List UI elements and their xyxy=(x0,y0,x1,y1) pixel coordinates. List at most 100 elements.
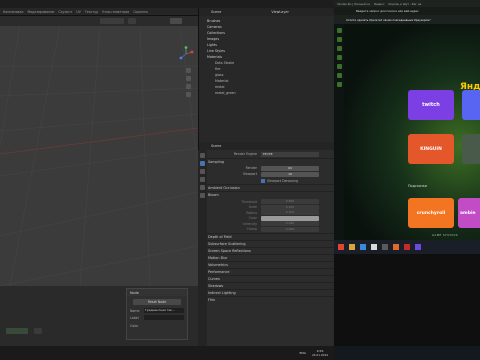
outliner-scene-label[interactable]: Scene xyxy=(211,10,221,14)
section-label: Subsurface Scattering xyxy=(208,242,246,246)
browser-tab[interactable]: Yandex.Ru | Личный ка xyxy=(337,2,370,6)
viewport-samples-field[interactable]: 16 xyxy=(261,171,319,177)
section-label: Motion Blur xyxy=(208,256,228,260)
gx-control-icon[interactable] xyxy=(336,37,342,42)
app-icon[interactable] xyxy=(371,244,377,250)
viewport-grid xyxy=(0,26,198,286)
output-tab-icon[interactable] xyxy=(200,169,205,174)
node-thumbnail[interactable] xyxy=(6,328,28,334)
sampling-panel-header[interactable]: Sampling xyxy=(199,158,334,165)
bloom-clamp-field[interactable]: 0.000 xyxy=(261,226,319,232)
section-label: Screen Space Reflections xyxy=(208,249,251,253)
3d-viewport[interactable] xyxy=(0,26,198,286)
tab-uv[interactable]: UV xyxy=(76,10,81,14)
performance-header[interactable]: Performance xyxy=(199,268,334,275)
film-header[interactable]: Film xyxy=(199,296,334,303)
properties-editor: Scene Render Engine EEVEE Sampling Rende… xyxy=(198,142,334,346)
bloom-threshold-label: Threshold xyxy=(241,199,257,204)
ambient-occlusion-label: Ambient Occlusion xyxy=(208,186,240,190)
color-toggle-label[interactable]: Color xyxy=(130,324,138,328)
browser-sidebar xyxy=(334,24,344,246)
speed-dial-twitch[interactable]: twitch xyxy=(408,90,454,120)
opera-gx-icon[interactable] xyxy=(404,244,410,250)
bloom-color-label: Color xyxy=(248,216,257,221)
node-thumbnail[interactable] xyxy=(34,328,42,334)
world-tab-icon[interactable] xyxy=(200,193,205,198)
explorer-icon[interactable] xyxy=(349,244,355,250)
tab-texture[interactable]: Текстур xyxy=(85,10,98,14)
footer-brand: GAME STUDIOS xyxy=(432,234,459,237)
browser-tab-strip: Yandex.Ru | Личный ка Яндекс Король и Шу… xyxy=(334,0,480,7)
tab-geometry-nodes[interactable]: Узлы геометрии xyxy=(102,10,129,14)
viewport-denoising-checkbox[interactable] xyxy=(261,178,265,183)
clock[interactable]: 9:56 24.01.2024 xyxy=(312,349,328,357)
indirect-lighting-header[interactable]: Indirect Lighting xyxy=(199,289,334,296)
default-browser-banner: Хотите сделать Opera GX своим повседневн… xyxy=(334,15,480,24)
material-item[interactable]: metal_green xyxy=(215,90,334,96)
speed-dial-ambie[interactable]: ambie xyxy=(458,198,480,228)
shadows-header[interactable]: Shadows xyxy=(199,282,334,289)
scene-tab-icon[interactable] xyxy=(200,185,205,190)
speed-dial-tile[interactable] xyxy=(462,134,480,164)
history-icon[interactable] xyxy=(336,73,342,78)
speed-dial-discord[interactable] xyxy=(462,90,480,120)
browser-tab[interactable]: Король и Шут - Бег на xyxy=(389,2,422,6)
bloom-clamp-label: Clamp xyxy=(246,227,257,232)
bloom-color-swatch[interactable] xyxy=(261,215,319,221)
speed-dial-label: ambie xyxy=(460,210,476,216)
motion-blur-header[interactable]: Motion Blur xyxy=(199,254,334,261)
navigation-gizmo[interactable] xyxy=(178,46,194,62)
vscode-icon[interactable] xyxy=(360,244,366,250)
home-icon[interactable] xyxy=(336,28,342,33)
speed-dial-kinguin[interactable]: KINGUIN xyxy=(408,134,454,164)
bloom-radius-field[interactable]: 6.500 xyxy=(261,210,319,216)
subsurface-scattering-header[interactable]: Subsurface Scattering xyxy=(199,240,334,247)
messenger-icon[interactable] xyxy=(336,55,342,60)
node-panel-header[interactable]: Node xyxy=(127,289,187,296)
view-layer-tab-icon[interactable] xyxy=(200,177,205,182)
tool-tab-icon[interactable] xyxy=(200,153,205,158)
node-label-field[interactable] xyxy=(144,315,184,320)
camera-view-icon[interactable] xyxy=(186,84,191,89)
view-layer-label[interactable]: ViewLayer xyxy=(271,10,289,14)
curves-header[interactable]: Curves xyxy=(199,275,334,282)
start-icon[interactable] xyxy=(338,244,344,250)
app-icon[interactable] xyxy=(382,244,388,250)
render-engine-dropdown[interactable]: EEVEE xyxy=(261,151,319,157)
speed-dial-crunchyroll[interactable]: crunchyroll xyxy=(408,198,454,228)
tab-scripting[interactable]: Скрипты xyxy=(133,10,148,14)
tab-sculpt[interactable]: Скульпт xyxy=(58,10,72,14)
twitch-sidebar-icon[interactable] xyxy=(336,46,342,51)
app-icon[interactable] xyxy=(415,244,421,250)
taskbar-extension xyxy=(334,346,480,360)
settings-icon[interactable] xyxy=(336,82,342,87)
blender-icon[interactable] xyxy=(393,244,399,250)
perspective-toggle-icon[interactable] xyxy=(186,92,191,97)
depth-of-field-header[interactable]: Depth of Field xyxy=(199,233,334,240)
tab-layout[interactable]: Компоновка xyxy=(3,10,23,14)
tab-modeling[interactable]: Моделирование xyxy=(27,10,54,14)
zoom-icon[interactable] xyxy=(186,68,191,73)
reset-node-button[interactable]: Reset Node xyxy=(133,299,181,305)
browser-tab[interactable]: Яндекс xyxy=(374,2,385,6)
node-name-field[interactable]: Градиентная тек... xyxy=(144,308,184,313)
render-tab-icon[interactable] xyxy=(200,161,205,166)
player-icon[interactable] xyxy=(336,64,342,69)
overlay-button[interactable] xyxy=(128,18,136,24)
volumetrics-header[interactable]: Volumetrics xyxy=(199,261,334,268)
bloom-header[interactable]: Bloom xyxy=(199,191,334,198)
language-indicator[interactable]: ENG xyxy=(300,351,306,355)
address-bar[interactable]: Введите запрос для поиска или веб-адрес xyxy=(334,7,480,15)
viewport-denoising-label: Viewport Denoising xyxy=(267,178,298,183)
bloom-intensity-field[interactable]: 0.050 xyxy=(261,221,319,227)
shading-mode-button[interactable] xyxy=(100,18,124,24)
clock-date: 24.01.2024 xyxy=(311,353,328,357)
section-label: Film xyxy=(208,298,215,302)
viewport-shading-solid-button[interactable] xyxy=(170,18,182,24)
ambient-occlusion-header[interactable]: Ambient Occlusion xyxy=(199,184,334,191)
pan-icon[interactable] xyxy=(186,76,191,81)
screen-space-reflections-header[interactable]: Screen Space Reflections xyxy=(199,247,334,254)
render-samples-field[interactable]: 64 xyxy=(261,165,319,171)
bloom-knee-field[interactable]: 0.500 xyxy=(261,204,319,210)
bloom-threshold-field[interactable]: 0.800 xyxy=(261,199,319,205)
